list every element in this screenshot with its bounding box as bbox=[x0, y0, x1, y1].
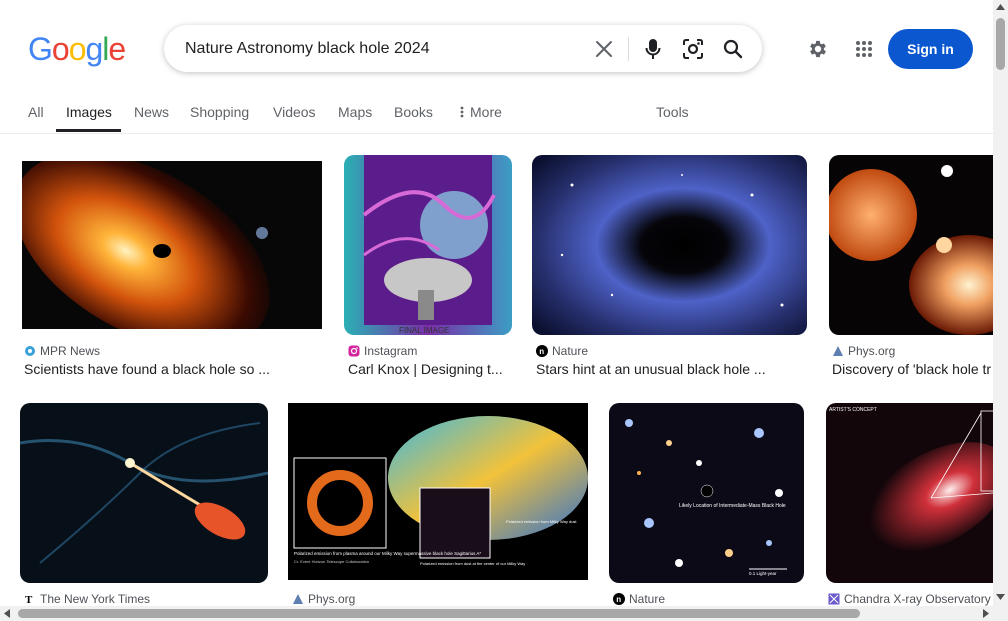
result-image[interactable]: ARTIST'S CONCEPT bbox=[826, 403, 993, 583]
result-image[interactable]: Polarized emission from plasma around ou… bbox=[288, 403, 588, 580]
tab-shopping[interactable]: Shopping bbox=[190, 104, 249, 120]
result-source[interactable]: Instagram bbox=[348, 344, 417, 358]
nature-icon: n bbox=[613, 593, 625, 605]
more-vert-icon bbox=[460, 106, 464, 118]
source-label: The New York Times bbox=[40, 592, 151, 606]
scroll-up-arrow-icon[interactable] bbox=[996, 4, 1005, 10]
result-source[interactable]: n Nature bbox=[536, 344, 588, 358]
nature-icon: n bbox=[536, 345, 548, 357]
logo-letter: G bbox=[28, 31, 53, 67]
search-divider bbox=[628, 37, 629, 61]
svg-text:n: n bbox=[616, 595, 621, 604]
chandra-icon bbox=[828, 593, 840, 605]
search-box bbox=[164, 25, 762, 72]
physorg-icon bbox=[833, 346, 843, 356]
vertical-scroll-thumb[interactable] bbox=[996, 18, 1005, 70]
logo-letter: o bbox=[68, 31, 87, 67]
result-image[interactable] bbox=[20, 403, 268, 583]
google-logo[interactable]: Google bbox=[28, 31, 126, 67]
result-title[interactable]: Scientists have found a black hole so ..… bbox=[24, 361, 324, 377]
image-text: ARTIST'S CONCEPT bbox=[829, 407, 877, 413]
result-title[interactable]: Discovery of 'black hole tr bbox=[832, 361, 993, 377]
result-source[interactable]: T The New York Times bbox=[24, 592, 150, 606]
microphone-icon[interactable] bbox=[640, 36, 666, 62]
source-label: Phys.org bbox=[848, 344, 896, 358]
mpr-icon bbox=[25, 346, 35, 356]
apps-grid-icon[interactable] bbox=[851, 36, 877, 62]
logo-letter: g bbox=[85, 31, 103, 67]
clear-icon[interactable] bbox=[591, 36, 617, 62]
result-image[interactable]: Likely Location of Intermediate-Mass Bla… bbox=[609, 403, 804, 583]
scroll-right-arrow-icon[interactable] bbox=[983, 609, 989, 618]
tab-images[interactable]: Images bbox=[66, 104, 112, 120]
search-input[interactable] bbox=[185, 25, 585, 72]
result-image[interactable] bbox=[829, 155, 993, 335]
instagram-icon bbox=[348, 345, 360, 357]
scroll-left-arrow-icon[interactable] bbox=[4, 609, 10, 618]
tab-all[interactable]: All bbox=[28, 104, 44, 120]
scroll-down-arrow-icon[interactable] bbox=[996, 594, 1005, 600]
source-label: Chandra X-ray Observatory bbox=[844, 592, 991, 606]
image-text: 0.1 Light-year bbox=[749, 571, 777, 576]
settings-gear-icon[interactable] bbox=[805, 36, 831, 62]
result-image[interactable] bbox=[22, 161, 322, 329]
result-source[interactable]: MPR News bbox=[24, 344, 100, 358]
nyt-icon: T bbox=[25, 594, 33, 605]
physorg-icon bbox=[293, 594, 303, 604]
tab-books[interactable]: Books bbox=[394, 104, 433, 120]
result-title[interactable]: Stars hint at an unusual black hole ... bbox=[536, 361, 806, 377]
result-source[interactable]: n Nature bbox=[613, 592, 665, 606]
image-caption: FINAL IMAGE bbox=[399, 326, 449, 335]
source-label: Phys.org bbox=[308, 592, 356, 606]
svg-text:n: n bbox=[539, 347, 544, 356]
logo-letter: o bbox=[51, 31, 70, 67]
horizontal-scrollbar[interactable] bbox=[0, 606, 1008, 621]
result-image[interactable] bbox=[532, 155, 807, 335]
result-title[interactable]: Carl Knox | Designing t... bbox=[348, 361, 508, 377]
search-icon[interactable] bbox=[720, 36, 746, 62]
search-tabs: All Images News Shopping Videos Maps Boo… bbox=[0, 100, 993, 134]
tab-more-label: More bbox=[470, 104, 502, 120]
image-text: Polarized emission from plasma around ou… bbox=[294, 551, 481, 556]
source-label: Nature bbox=[629, 592, 666, 606]
active-tab-indicator bbox=[56, 129, 121, 132]
image-text: Likely Location of Intermediate-Mass Bla… bbox=[679, 503, 786, 509]
sign-in-button[interactable]: Sign in bbox=[888, 29, 973, 69]
svg-text:T: T bbox=[25, 594, 33, 605]
tab-videos[interactable]: Videos bbox=[273, 104, 316, 120]
image-text: Cr. Event Horizon Telescope Collaboratio… bbox=[294, 559, 369, 564]
tab-more[interactable]: More bbox=[460, 104, 502, 120]
result-source[interactable]: Phys.org bbox=[292, 592, 355, 606]
source-label: Instagram bbox=[364, 344, 418, 358]
tab-tools[interactable]: Tools bbox=[656, 104, 689, 120]
result-image[interactable]: FINAL IMAGE bbox=[344, 155, 512, 335]
result-source[interactable]: Chandra X-ray Observatory bbox=[828, 592, 991, 606]
tab-news[interactable]: News bbox=[134, 104, 169, 120]
source-label: MPR News bbox=[40, 344, 101, 358]
vertical-scrollbar[interactable] bbox=[993, 0, 1008, 606]
source-label: Nature bbox=[552, 344, 589, 358]
tab-maps[interactable]: Maps bbox=[338, 104, 372, 120]
camera-lens-icon[interactable] bbox=[680, 36, 706, 62]
logo-letter: e bbox=[108, 31, 126, 67]
image-text: Polarized emission from dust at the cent… bbox=[420, 561, 525, 566]
horizontal-scroll-thumb[interactable] bbox=[18, 609, 860, 618]
image-text: Polarized emission from Milky Way dust bbox=[506, 519, 577, 524]
result-source[interactable]: Phys.org bbox=[832, 344, 895, 358]
